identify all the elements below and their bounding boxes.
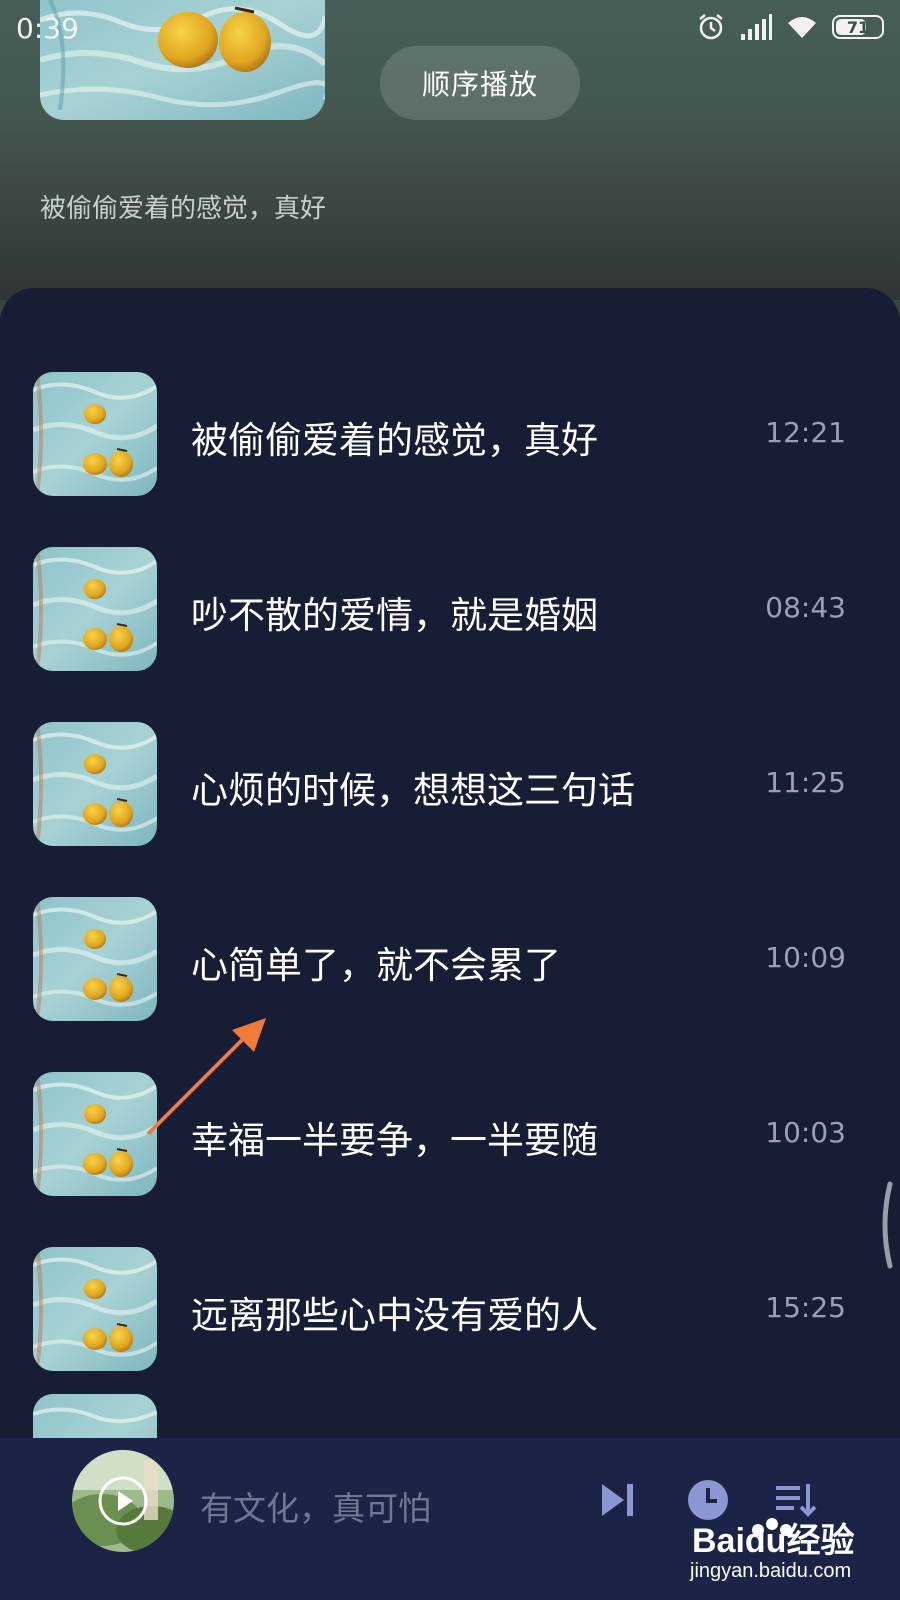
list-item[interactable]: 心简单了，就不会累了 10:09 <box>0 897 900 1021</box>
track-duration: 10:03 <box>765 1116 846 1149</box>
track-thumbnail <box>33 547 157 671</box>
wifi-icon <box>786 14 818 40</box>
track-duration: 08:43 <box>765 591 846 624</box>
track-list[interactable]: 被偷偷爱着的感觉，真好 12:21 吵不散的爱情，就是婚姻 08:43 心烦的时… <box>0 288 900 1438</box>
list-item[interactable]: 被偷偷爱着的感觉，真好 12:21 <box>0 372 900 496</box>
album-subtitle: 被偷偷爱着的感觉，真好 <box>40 194 327 224</box>
track-thumbnail <box>33 722 157 846</box>
now-playing-title: 有文化，真可怕 <box>200 1489 431 1528</box>
battery-percent: 71 <box>846 17 870 37</box>
status-time: 0:39 <box>16 12 79 45</box>
next-track-icon[interactable] <box>594 1476 642 1524</box>
alarm-icon <box>696 12 726 42</box>
album-header: 0:39 71 顺序播放 被偷偷爱着的感觉，真好 <box>0 0 900 300</box>
track-duration: 15:25 <box>765 1291 846 1324</box>
track-thumbnail <box>33 372 157 496</box>
track-title: 幸福一半要争，一半要随 <box>191 1119 598 1162</box>
track-title: 远离那些心中没有爱的人 <box>191 1294 598 1337</box>
track-thumbnail <box>33 1394 157 1438</box>
track-duration: 10:09 <box>765 941 846 974</box>
track-title: 被偷偷爱着的感觉，真好 <box>191 419 598 462</box>
track-duration: 11:25 <box>765 766 846 799</box>
track-title: 心简单了，就不会累了 <box>191 944 561 987</box>
play-mode-button[interactable]: 顺序播放 <box>380 46 580 120</box>
track-title: 心烦的时候，想想这三句话 <box>191 769 635 812</box>
play-icon[interactable] <box>98 1476 148 1526</box>
status-icons: 71 <box>696 12 884 42</box>
list-item[interactable]: 远离那些心中没有爱的人 15:25 <box>0 1247 900 1371</box>
watermark-url: jingyan.baidu.com <box>690 1560 852 1582</box>
signal-icon <box>740 14 772 40</box>
track-duration: 12:21 <box>765 416 846 449</box>
list-item[interactable]: 吵不散的爱情，就是婚姻 08:43 <box>0 547 900 671</box>
track-title: 吵不散的爱情，就是婚姻 <box>191 594 598 637</box>
scroll-handle[interactable] <box>878 1180 894 1270</box>
list-item-partial[interactable] <box>0 1394 900 1438</box>
list-item[interactable]: 心烦的时候，想想这三句话 11:25 <box>0 722 900 846</box>
battery-icon: 71 <box>832 15 884 39</box>
track-thumbnail <box>33 1072 157 1196</box>
track-thumbnail <box>33 897 157 1021</box>
list-item[interactable]: 幸福一半要争，一半要随 10:03 <box>0 1072 900 1196</box>
track-thumbnail <box>33 1247 157 1371</box>
